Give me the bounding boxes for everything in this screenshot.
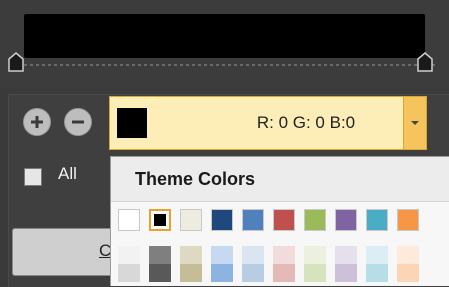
theme-color-swatch[interactable]: [273, 209, 295, 231]
theme-color-swatch[interactable]: [397, 209, 419, 231]
theme-color-swatch[interactable]: [180, 209, 202, 231]
tint-color-swatch[interactable]: [397, 264, 419, 282]
theme-color-swatch[interactable]: [211, 209, 233, 231]
theme-color-swatch[interactable]: [304, 209, 326, 231]
gradient-track: [12, 64, 437, 66]
color-value-text: R: 0 G: 0 B:0: [256, 113, 356, 132]
plus-circle-icon: [31, 116, 43, 128]
theme-color-swatch[interactable]: [149, 209, 171, 231]
tint-color-swatch[interactable]: [180, 246, 202, 264]
remove-stop-button[interactable]: [64, 108, 92, 136]
minus-circle-icon: [72, 120, 84, 124]
all-checkbox[interactable]: [24, 168, 42, 186]
popup-title: Theme Colors: [135, 169, 256, 189]
gradient-preview-bar[interactable]: [24, 14, 425, 58]
tint-color-swatch[interactable]: [211, 246, 233, 264]
tint-color-swatch[interactable]: [366, 246, 388, 264]
current-color-swatch: [117, 108, 147, 138]
tint-color-swatch[interactable]: [180, 264, 202, 282]
ok-button[interactable]: C: [12, 228, 124, 276]
tint-color-swatch[interactable]: [273, 264, 295, 282]
gradient-stop-left-icon[interactable]: [8, 52, 24, 72]
theme-color-swatch[interactable]: [242, 209, 264, 231]
color-dropdown-button[interactable]: [403, 96, 427, 150]
popup-header: Theme Colors: [111, 157, 449, 202]
tint-color-swatch[interactable]: [211, 264, 233, 282]
tint-color-swatch[interactable]: [304, 246, 326, 264]
tint-color-swatch[interactable]: [335, 264, 357, 282]
tint-color-swatch[interactable]: [397, 246, 419, 264]
tint-color-swatch[interactable]: [366, 264, 388, 282]
theme-color-swatch[interactable]: [118, 209, 140, 231]
theme-color-swatch[interactable]: [335, 209, 357, 231]
all-checkbox-label: All: [58, 164, 77, 183]
tint-color-swatch[interactable]: [242, 246, 264, 264]
tint-color-swatch[interactable]: [118, 264, 140, 282]
tint-color-swatch[interactable]: [304, 264, 326, 282]
add-stop-button[interactable]: [23, 108, 51, 136]
gradient-editor: [0, 0, 449, 88]
color-picker-field[interactable]: R: 0 G: 0 B:0: [109, 96, 427, 150]
chevron-down-icon: [411, 121, 419, 125]
theme-colors-popup: Theme Colors: [110, 156, 449, 286]
tint-color-swatch[interactable]: [118, 246, 140, 264]
theme-color-swatch[interactable]: [366, 209, 388, 231]
tint-color-swatch[interactable]: [242, 264, 264, 282]
gradient-stop-right-icon[interactable]: [417, 52, 433, 72]
tint-color-swatch[interactable]: [149, 246, 171, 264]
tint-color-swatch[interactable]: [335, 246, 357, 264]
tint-color-swatch[interactable]: [273, 246, 295, 264]
tint-color-swatch[interactable]: [149, 264, 171, 282]
